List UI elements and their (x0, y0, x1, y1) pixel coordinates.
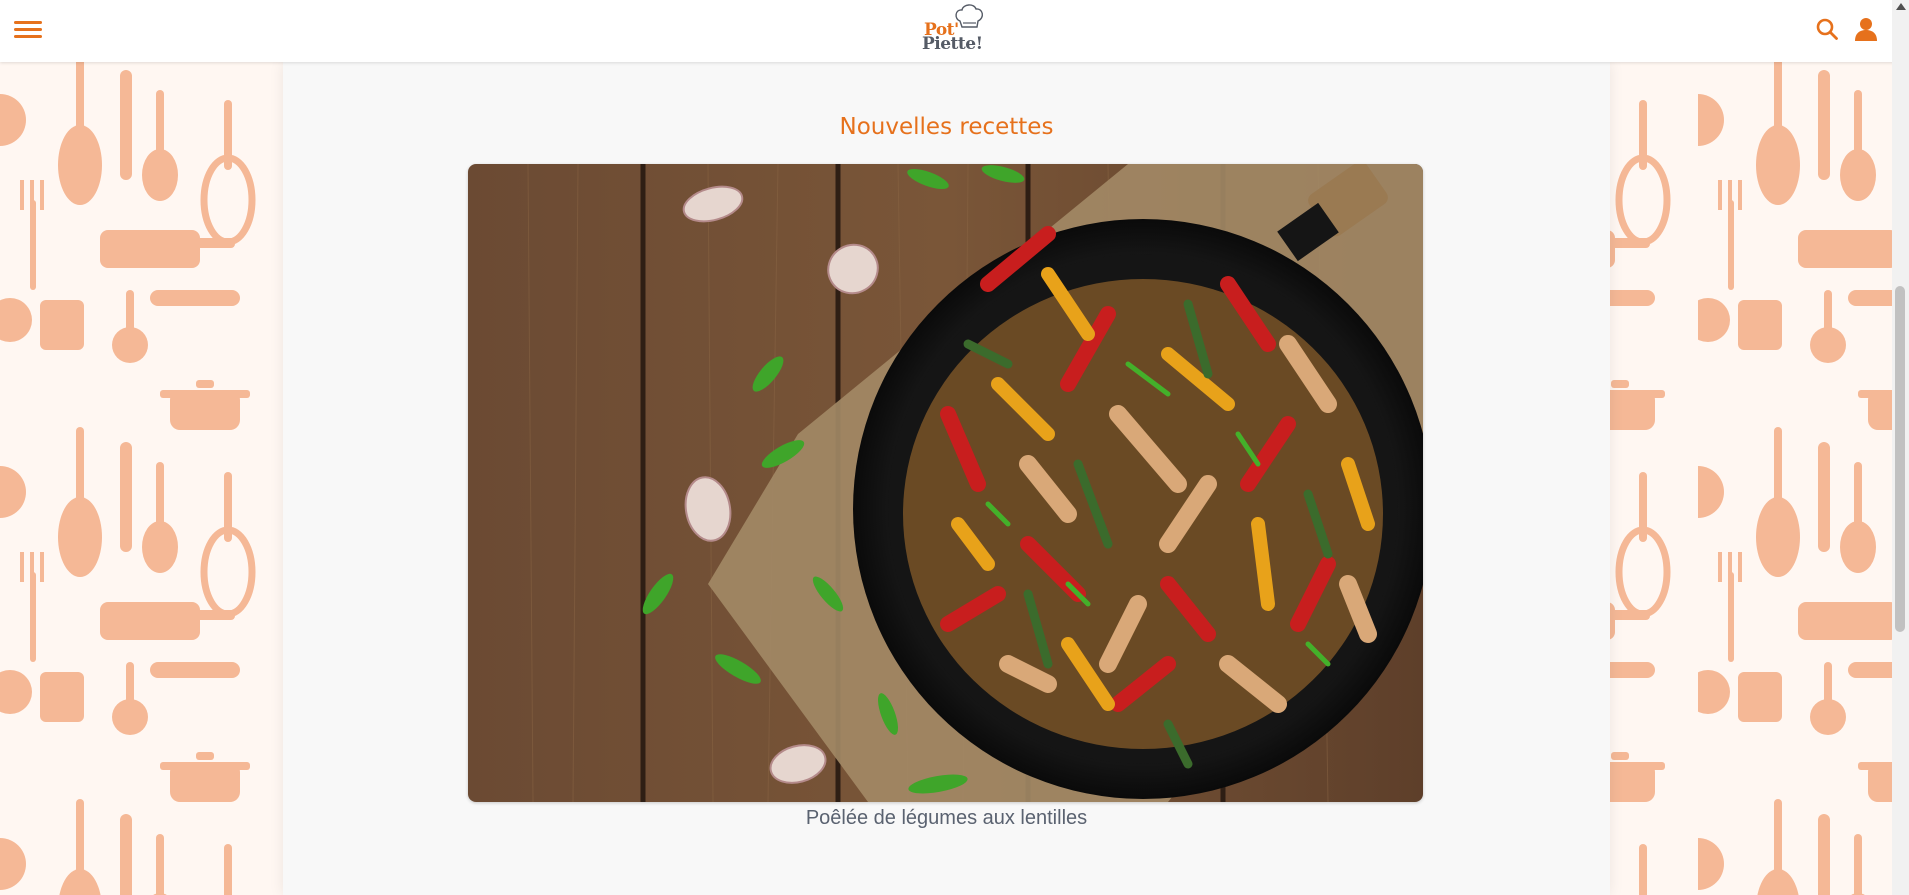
scrollbar-thumb[interactable] (1895, 286, 1905, 632)
site-logo[interactable]: Pot' Piette! (918, 3, 986, 57)
logo-text-bottom: Piette! (922, 34, 983, 54)
menu-line (14, 35, 42, 38)
stir-fry-photo (468, 164, 1423, 802)
scroll-up-arrow-icon[interactable] (1896, 3, 1906, 10)
section-title: Nouvelles recettes (839, 114, 1054, 140)
hamburger-menu-icon[interactable] (14, 18, 42, 42)
menu-line (14, 21, 42, 24)
menu-line (14, 28, 42, 31)
main-content: Nouvelles recettes Poêlée de légumes aux… (283, 62, 1610, 895)
page-scrollbar[interactable] (1892, 0, 1909, 895)
featured-recipe-image[interactable] (468, 164, 1423, 802)
top-navigation-bar: Pot' Piette! (0, 0, 1909, 62)
search-icon[interactable] (1815, 17, 1839, 41)
featured-recipe-title[interactable]: Poêlée de légumes aux lentilles (283, 807, 1610, 830)
user-icon[interactable] (1853, 16, 1879, 42)
